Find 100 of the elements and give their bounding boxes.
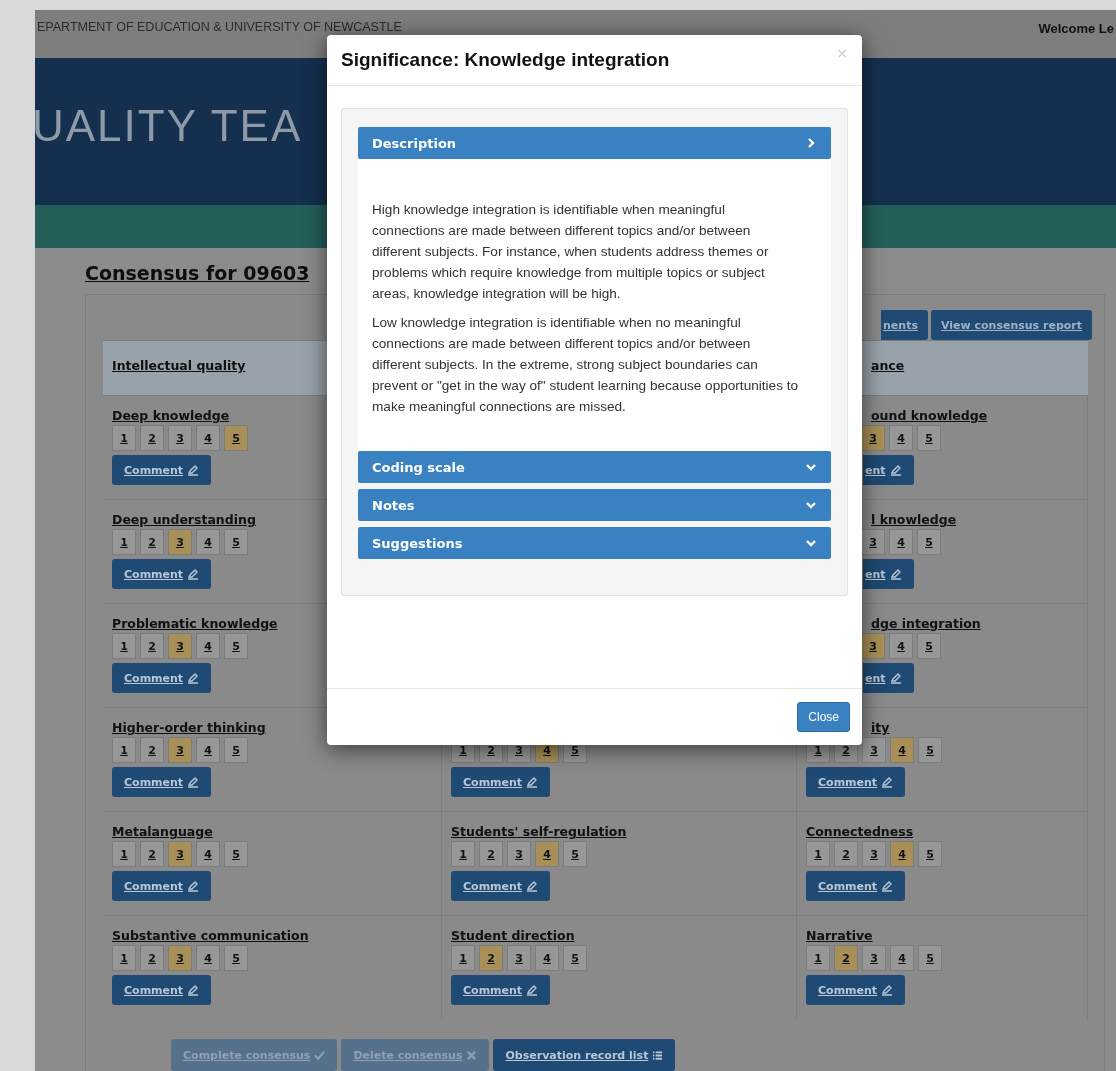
score-option[interactable]: 3: [168, 425, 192, 451]
criterion-link[interactable]: Substantive communication: [112, 928, 309, 943]
score-option[interactable]: 3: [168, 529, 192, 555]
score-option[interactable]: 4: [889, 633, 913, 659]
criterion-link[interactable]: Deep understanding: [112, 512, 256, 527]
score-option[interactable]: 3: [168, 737, 192, 763]
accordion-header[interactable]: Coding scale: [358, 451, 831, 483]
category-heading[interactable]: Intellectual quality: [112, 358, 246, 373]
score-option[interactable]: 4: [196, 841, 220, 867]
score-option[interactable]: 5: [917, 529, 941, 555]
criterion-link[interactable]: Deep knowledge: [112, 408, 230, 423]
score-option[interactable]: 3: [507, 841, 531, 867]
footer-button[interactable]: Observation record list: [493, 1039, 676, 1071]
score-option[interactable]: 1: [806, 841, 830, 867]
score-option[interactable]: 4: [889, 425, 913, 451]
score-option[interactable]: 4: [890, 737, 914, 763]
score-option[interactable]: 3: [862, 945, 886, 971]
score-option[interactable]: 2: [834, 945, 858, 971]
criterion-link[interactable]: Higher-order thinking: [112, 720, 266, 735]
score-option[interactable]: 2: [140, 529, 164, 555]
score-option[interactable]: 5: [918, 737, 942, 763]
close-button[interactable]: Close: [797, 702, 850, 732]
comment-button[interactable]: ent: [863, 663, 914, 693]
score-option[interactable]: 4: [535, 945, 559, 971]
score-option[interactable]: 4: [196, 633, 220, 659]
score-option[interactable]: 2: [140, 841, 164, 867]
score-option[interactable]: 5: [563, 841, 587, 867]
comment-button[interactable]: ent: [863, 559, 914, 589]
criterion-link[interactable]: dge integration: [871, 616, 981, 631]
score-option[interactable]: 1: [451, 945, 475, 971]
score-option[interactable]: 4: [196, 737, 220, 763]
comment-button[interactable]: Comment: [112, 767, 212, 797]
score-option[interactable]: 1: [112, 737, 136, 763]
score-option[interactable]: 5: [224, 425, 248, 451]
comment-button[interactable]: ent: [863, 455, 914, 485]
comment-button[interactable]: Comment: [451, 871, 551, 901]
score-option[interactable]: 5: [563, 945, 587, 971]
score-option[interactable]: 3: [862, 841, 886, 867]
action-button[interactable]: nents: [881, 310, 928, 340]
criterion-link[interactable]: Metalanguage: [112, 824, 213, 839]
criterion-link[interactable]: Students' self-regulation: [451, 824, 627, 839]
accordion-header[interactable]: Notes: [358, 489, 831, 521]
comment-button[interactable]: Comment: [112, 871, 212, 901]
category-heading[interactable]: ance: [871, 358, 905, 373]
score-option[interactable]: 3: [507, 945, 531, 971]
score-option[interactable]: 5: [917, 633, 941, 659]
score-option[interactable]: 1: [112, 425, 136, 451]
score-option[interactable]: 5: [224, 633, 248, 659]
comment-button[interactable]: Comment: [112, 975, 212, 1005]
comment-button[interactable]: Comment: [112, 663, 212, 693]
comment-button[interactable]: Comment: [451, 975, 551, 1005]
criterion-link[interactable]: ound knowledge: [871, 408, 988, 423]
score-option[interactable]: 3: [168, 841, 192, 867]
score-option[interactable]: 2: [479, 945, 503, 971]
criterion-link[interactable]: ity: [871, 720, 890, 735]
criterion-link[interactable]: l knowledge: [871, 512, 957, 527]
criterion-link[interactable]: Narrative: [806, 928, 873, 943]
score-option[interactable]: 1: [112, 841, 136, 867]
accordion-header[interactable]: Description: [358, 127, 831, 159]
score-option[interactable]: 4: [890, 945, 914, 971]
score-option[interactable]: 3: [862, 737, 886, 763]
score-option[interactable]: 4: [196, 529, 220, 555]
score-option[interactable]: 1: [451, 841, 475, 867]
comment-button[interactable]: Comment: [112, 559, 212, 589]
score-option[interactable]: 2: [140, 425, 164, 451]
criterion-link[interactable]: Connectedness: [806, 824, 914, 839]
score-option[interactable]: 1: [806, 945, 830, 971]
score-option[interactable]: 1: [112, 945, 136, 971]
score-option[interactable]: 3: [861, 425, 885, 451]
comment-button[interactable]: Comment: [806, 975, 906, 1005]
comment-button[interactable]: Comment: [806, 871, 906, 901]
score-option[interactable]: 5: [224, 737, 248, 763]
score-option[interactable]: 2: [479, 841, 503, 867]
comment-button[interactable]: Comment: [806, 767, 906, 797]
score-option[interactable]: 4: [889, 529, 913, 555]
criterion-link[interactable]: Student direction: [451, 928, 575, 943]
score-option[interactable]: 5: [918, 841, 942, 867]
score-option[interactable]: 4: [196, 425, 220, 451]
score-option[interactable]: 2: [140, 633, 164, 659]
score-option[interactable]: 2: [140, 737, 164, 763]
score-option[interactable]: 3: [168, 633, 192, 659]
comment-button[interactable]: Comment: [451, 767, 551, 797]
score-option[interactable]: 4: [196, 945, 220, 971]
action-button[interactable]: View consensus report: [930, 310, 1092, 340]
score-option[interactable]: 2: [140, 945, 164, 971]
criterion-link[interactable]: Problematic knowledge: [112, 616, 278, 631]
score-option[interactable]: 2: [834, 841, 858, 867]
score-option[interactable]: 1: [112, 529, 136, 555]
score-option[interactable]: 5: [918, 945, 942, 971]
comment-button[interactable]: Comment: [112, 455, 212, 485]
score-option[interactable]: 1: [112, 633, 136, 659]
score-option[interactable]: 3: [168, 945, 192, 971]
score-option[interactable]: 3: [861, 529, 885, 555]
score-option[interactable]: 3: [861, 633, 885, 659]
score-option[interactable]: 4: [535, 841, 559, 867]
score-option[interactable]: 5: [224, 841, 248, 867]
accordion-header[interactable]: Suggestions: [358, 527, 831, 559]
score-option[interactable]: 5: [917, 425, 941, 451]
score-option[interactable]: 5: [224, 529, 248, 555]
score-option[interactable]: 4: [890, 841, 914, 867]
